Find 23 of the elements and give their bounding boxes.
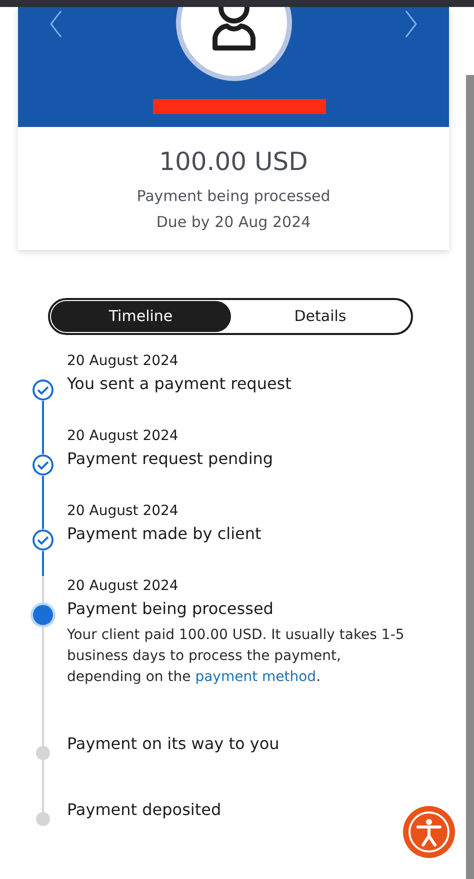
step-date: 20 August 2024 — [67, 502, 180, 520]
amount-text: 100.00 USD — [158, 146, 309, 178]
step-title: Payment made by client — [67, 522, 262, 544]
step-title: Payment on its way to you — [67, 732, 280, 754]
forward-icon[interactable] — [405, 10, 417, 38]
step-title: Payment being processed — [67, 598, 274, 620]
step-title: You sent a payment request — [67, 372, 292, 394]
back-icon[interactable] — [50, 10, 62, 38]
step-description: Your client paid 100.00 USD. It usually takes 1-5 business days to process the payment, depending on the payment method. — [67, 626, 406, 686]
due-date-text: Due by 20 Aug 2024 — [155, 212, 312, 233]
payment-method-link[interactable]: payment method — [195, 668, 316, 684]
step-date: 20 August 2024 — [67, 426, 180, 446]
step-title: Payment request pending — [67, 448, 274, 470]
tab[interactable]: Details — [230, 300, 410, 332]
accessibility-icon — [407, 810, 451, 854]
tab[interactable]: Timeline — [51, 300, 230, 332]
step-date: 20 August 2024 — [67, 576, 180, 596]
status-text: Payment being processed — [136, 186, 332, 206]
scrollbar[interactable] — [466, 75, 474, 879]
step-title: Payment deposited — [67, 798, 222, 820]
current-step-dot — [30, 602, 56, 628]
step-date: 20 August 2024 — [67, 352, 180, 370]
accessibility-button[interactable] — [403, 806, 455, 858]
